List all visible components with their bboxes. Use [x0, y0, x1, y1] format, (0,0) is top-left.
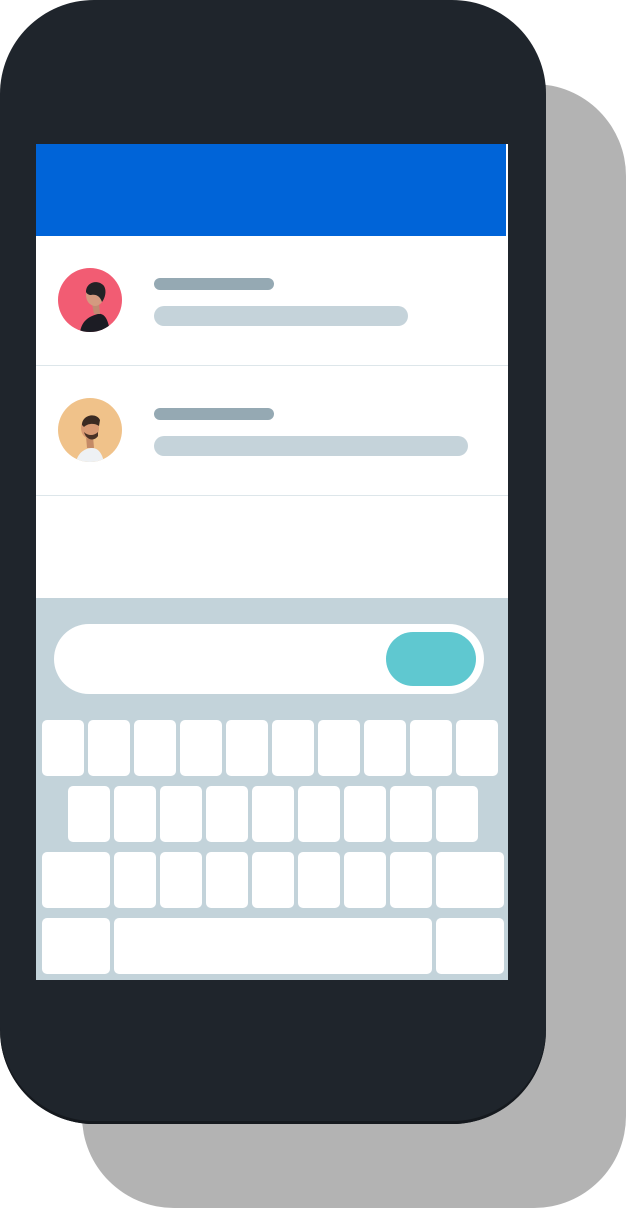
phone-screen — [36, 144, 508, 980]
keyboard-key[interactable] — [390, 852, 432, 908]
app-header-bar — [36, 144, 506, 236]
man-profile-avatar — [58, 398, 122, 462]
number-toggle-key[interactable] — [42, 918, 110, 974]
keyboard-key[interactable] — [344, 852, 386, 908]
keyboard-key[interactable] — [252, 852, 294, 908]
woman-profile-avatar — [58, 268, 122, 332]
keyboard-key[interactable] — [42, 720, 84, 776]
keyboard-key[interactable] — [160, 786, 202, 842]
keyboard-key[interactable] — [298, 852, 340, 908]
contact-message-placeholder — [154, 436, 468, 456]
contact-message-placeholder — [154, 306, 408, 326]
keyboard-key[interactable] — [436, 786, 478, 842]
keyboard-key[interactable] — [456, 720, 498, 776]
keyboard-key[interactable] — [206, 786, 248, 842]
contact-list — [36, 236, 508, 496]
keyboard-key[interactable] — [114, 852, 156, 908]
keyboard-key[interactable] — [88, 720, 130, 776]
keyboard-key[interactable] — [68, 786, 110, 842]
contact-name-placeholder — [154, 278, 274, 290]
keyboard-key[interactable] — [226, 720, 268, 776]
keyboard-key[interactable] — [318, 720, 360, 776]
keyboard-key[interactable] — [206, 852, 248, 908]
contact-list-item-2[interactable] — [36, 366, 508, 496]
return-key[interactable] — [436, 918, 504, 974]
shift-key[interactable] — [42, 852, 110, 908]
keyboard-key[interactable] — [252, 786, 294, 842]
contact-list-item-1[interactable] — [36, 236, 508, 366]
keyboard-key[interactable] — [114, 786, 156, 842]
keyboard-key[interactable] — [180, 720, 222, 776]
send-button[interactable] — [386, 632, 476, 686]
keyboard-key[interactable] — [410, 720, 452, 776]
keyboard-key[interactable] — [134, 720, 176, 776]
keyboard-key[interactable] — [298, 786, 340, 842]
keyboard-key[interactable] — [344, 786, 386, 842]
space-bar-key[interactable] — [114, 918, 432, 974]
keyboard-key[interactable] — [364, 720, 406, 776]
backspace-key[interactable] — [436, 852, 504, 908]
on-screen-keyboard — [36, 598, 508, 980]
keyboard-key[interactable] — [390, 786, 432, 842]
keyboard-key[interactable] — [160, 852, 202, 908]
phone-frame — [0, 0, 546, 1124]
keyboard-key[interactable] — [272, 720, 314, 776]
contact-name-placeholder — [154, 408, 274, 420]
